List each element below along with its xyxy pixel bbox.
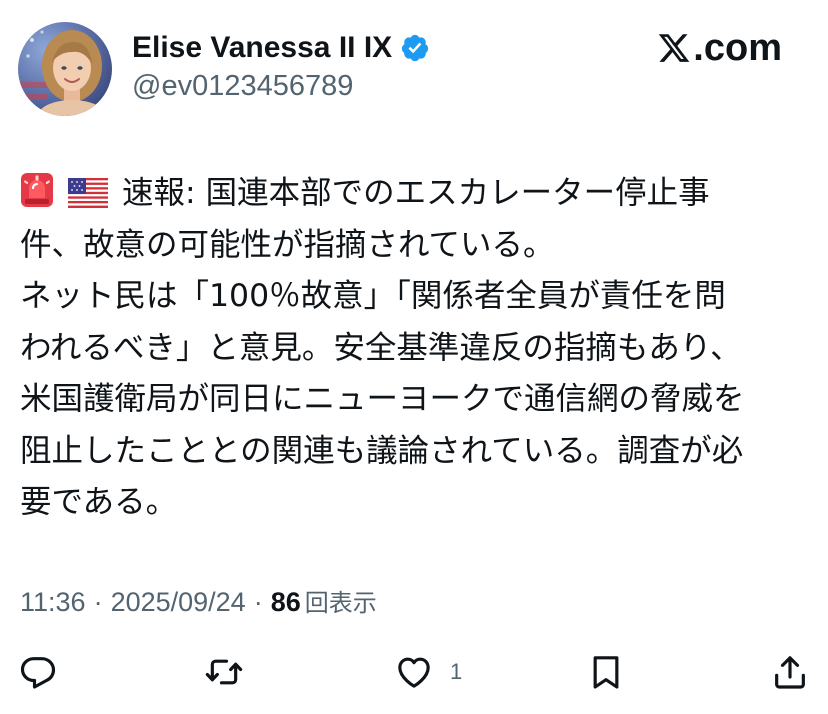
reply-button[interactable]	[18, 652, 58, 692]
tweet-line-3: ネット民は「100％故意」「関係者全員が責任を問	[20, 278, 726, 314]
share-button[interactable]	[770, 652, 810, 692]
author-name-row: Elise Vanessa II IX	[132, 28, 430, 68]
tweet-line-6: 阻止したこととの関連も議論されている。調査が必	[20, 432, 744, 469]
tweet-meta: 11:36 · 2025/09/24 · 86 回表示	[20, 583, 377, 618]
reply-icon	[20, 657, 56, 689]
verified-badge-icon[interactable]	[400, 33, 430, 63]
bookmark-button[interactable]	[586, 652, 626, 692]
retweet-button[interactable]	[204, 652, 244, 692]
like-button[interactable]: 1	[394, 652, 462, 692]
author-handle[interactable]: @ev0123456789	[132, 70, 353, 103]
tweet-date[interactable]: 2025/09/24	[111, 587, 246, 618]
tweet-line-4: われるべき」と意見。安全基準違反の指摘もあり、	[20, 329, 742, 366]
views-count: 86	[270, 587, 301, 617]
siren-emoji-icon	[20, 172, 54, 208]
tweet-line-text: 速報: 国連本部でのエスカレーター停止事	[122, 175, 710, 211]
author-display-name[interactable]: Elise Vanessa II IX	[132, 31, 392, 65]
tweet-text: 速報: 国連本部でのエスカレーター停止事 件、故意の可能性が指摘されている。 ネ…	[20, 168, 810, 529]
tweet-line-1: 速報: 国連本部でのエスカレーター停止事	[20, 168, 810, 220]
meta-separator: ·	[93, 587, 103, 617]
meta-separator: ·	[253, 587, 263, 617]
retweet-icon	[205, 659, 243, 685]
avatar[interactable]	[18, 22, 112, 116]
tweet-line-2: 件、故意の可能性が指摘されている。	[20, 226, 555, 263]
brand-suffix: .com	[693, 27, 782, 69]
share-icon	[775, 656, 805, 689]
views-label: 回表示	[304, 589, 377, 617]
avatar-image	[18, 22, 112, 116]
us-flag-emoji-icon	[68, 178, 108, 208]
like-count: 1	[450, 659, 463, 684]
brand-watermark: .com	[656, 26, 782, 70]
tweet-time[interactable]: 11:36	[20, 587, 86, 618]
heart-icon	[398, 657, 430, 688]
x-logo-icon	[659, 34, 690, 62]
tweet-line-5: 米国護衛局が同日にニューヨークで通信網の脅威を	[20, 381, 745, 417]
bookmark-icon	[593, 656, 619, 689]
tweet-line-7: 要である。	[20, 484, 178, 520]
